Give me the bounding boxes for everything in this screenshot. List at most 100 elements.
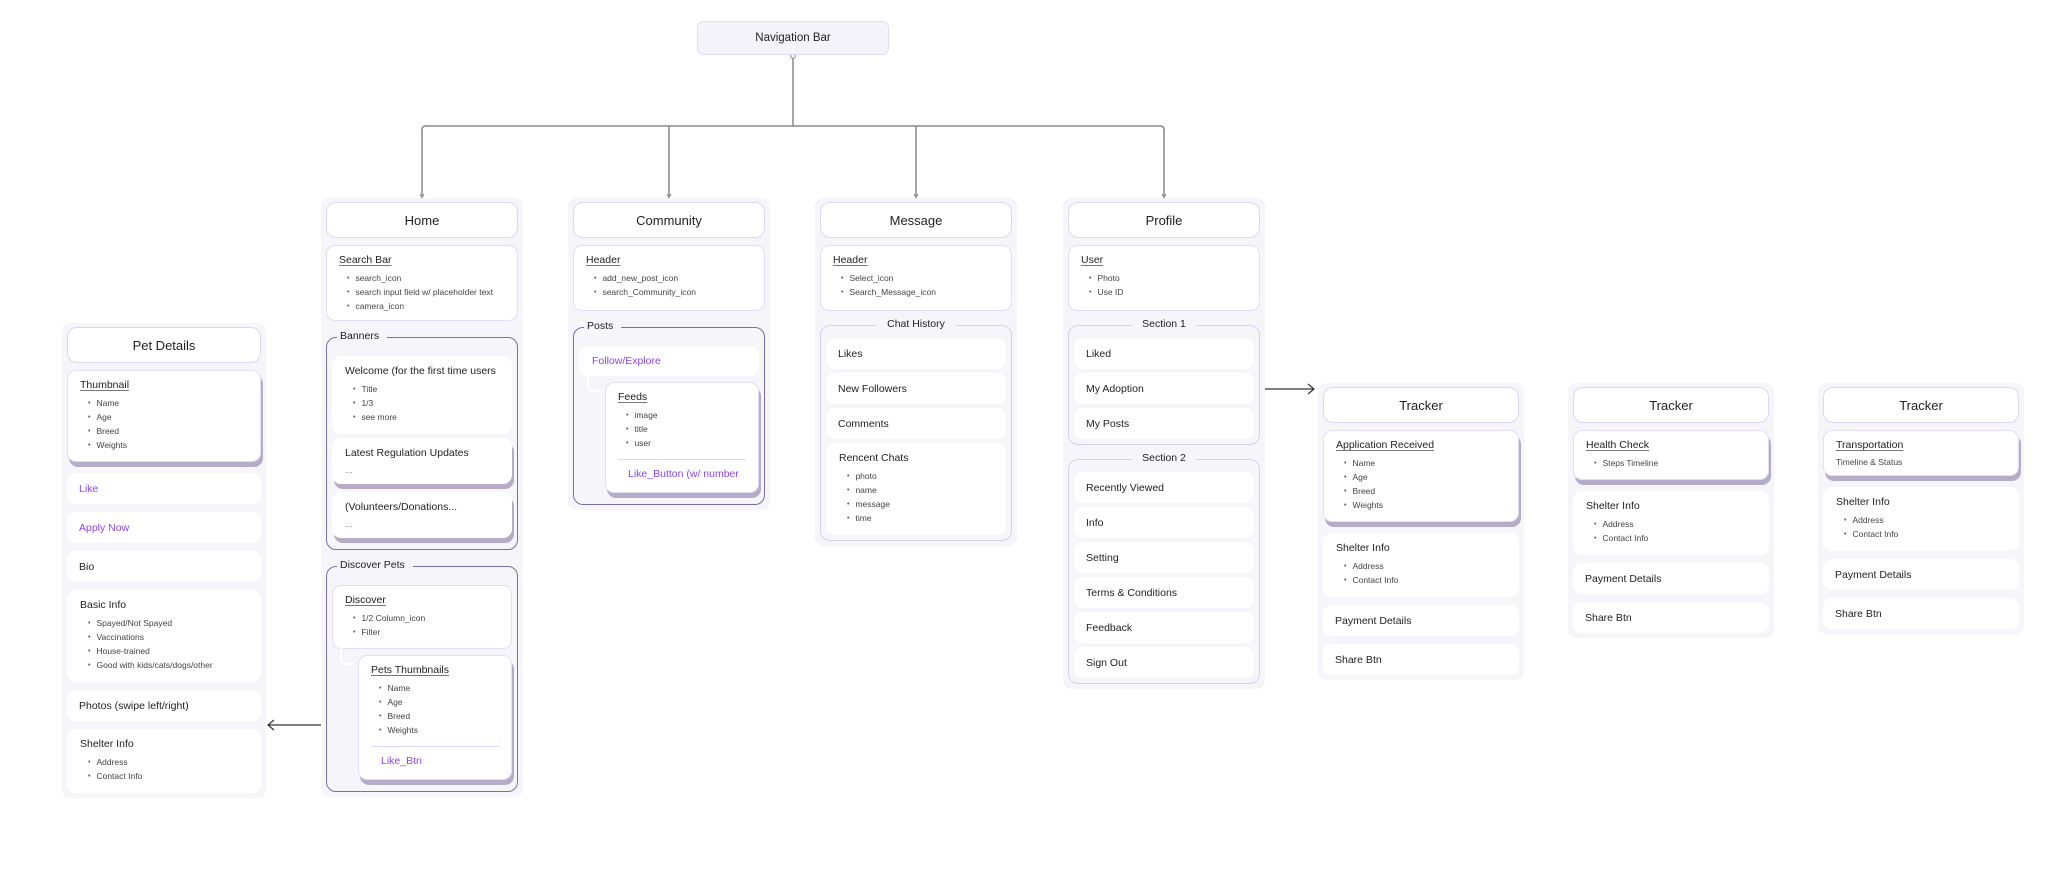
profile-row-my-adoption[interactable]: My Adoption	[1074, 373, 1254, 404]
tracker-title: Tracker	[1823, 387, 2019, 423]
community-header-heading: Header	[586, 254, 621, 266]
share-button[interactable]: Share Btn	[1573, 602, 1769, 633]
tracker-title: Tracker	[1573, 387, 1769, 423]
list-item: see more	[353, 411, 499, 425]
like-btn[interactable]: Like_Btn	[371, 755, 499, 771]
shelter-info-heading: Shelter Info	[1586, 500, 1640, 512]
list-item: Address	[1344, 560, 1506, 574]
list-item: Address	[1594, 518, 1756, 532]
feeds-card: Feeds image title user Like_Button (w/ n…	[605, 382, 759, 493]
shelter-info-card: Shelter Info Address Contact Info	[67, 729, 261, 793]
share-button[interactable]: Share Btn	[1323, 644, 1519, 675]
application-received-card: Application Received Name Age Breed Weig…	[1323, 430, 1519, 522]
discover-card: Discover 1/2 Column_icon Filter	[332, 585, 512, 649]
payment-details-row[interactable]: Payment Details	[1823, 559, 2019, 590]
basic-info-heading: Basic Info	[80, 599, 127, 611]
like-button[interactable]: Like	[67, 473, 261, 504]
profile-row-terms[interactable]: Terms & Conditions	[1074, 577, 1254, 608]
posts-group: Posts Follow/Explore Feeds image title u…	[573, 320, 765, 505]
tracker-column-3: Tracker Transportation Timeline & Status…	[1818, 383, 2024, 634]
list-item: Breed	[88, 425, 248, 439]
payment-details-row[interactable]: Payment Details	[1573, 563, 1769, 594]
volunteers-banner-card: (Volunteers/Donations... ...	[332, 492, 512, 538]
list-item: Weights	[379, 724, 499, 738]
list-item: Good with kids/cats/dogs/other	[88, 659, 248, 673]
list-item: Vaccinations	[88, 631, 248, 645]
section-2-group: Section 2 Recently Viewed Info Setting T…	[1068, 452, 1260, 684]
discover-heading: Discover	[345, 594, 386, 606]
tracker-title: Tracker	[1323, 387, 1519, 423]
bio-row[interactable]: Bio	[67, 551, 261, 582]
volunteers-heading: (Volunteers/Donations...	[345, 501, 458, 513]
profile-row-info[interactable]: Info	[1074, 507, 1254, 538]
shelter-info-heading: Shelter Info	[1836, 496, 1890, 508]
home-title: Home	[326, 202, 518, 238]
message-column: Message Header Select_icon Search_Messag…	[815, 198, 1017, 546]
chat-history-label: Chat History	[877, 318, 955, 330]
volunteers-text: ...	[345, 519, 353, 529]
thumbnail-card: Thumbnail Name Age Breed Weights	[67, 370, 261, 462]
list-item: Use ID	[1089, 286, 1247, 300]
list-item: Name	[1344, 457, 1506, 471]
profile-title: Profile	[1068, 202, 1260, 238]
payment-details-row[interactable]: Payment Details	[1323, 605, 1519, 636]
pets-thumbnails-wrap: Pets Thumbnails Name Age Breed Weights L…	[332, 647, 512, 780]
list-item: add_new_post_icon	[594, 272, 752, 286]
list-item: search_icon	[347, 272, 505, 286]
list-item: Contact Info	[1844, 528, 2006, 542]
list-item: Photo	[1089, 272, 1247, 286]
health-check-heading: Health Check	[1586, 439, 1650, 451]
message-header-card: Header Select_icon Search_Message_icon	[820, 245, 1012, 311]
home-column: Home Search Bar search_icon search input…	[321, 198, 523, 797]
list-item: image	[626, 409, 746, 423]
divider	[618, 459, 746, 460]
share-button[interactable]: Share Btn	[1823, 598, 2019, 629]
list-item: Name	[379, 682, 499, 696]
shelter-info-card: Shelter Info Address Contact Info	[1823, 487, 2019, 551]
profile-row-recently-viewed[interactable]: Recently Viewed	[1074, 472, 1254, 503]
health-check-card: Health Check Steps Timeline	[1573, 430, 1769, 480]
chat-row-new-followers[interactable]: New Followers	[826, 373, 1006, 404]
apply-now-button[interactable]: Apply Now	[67, 512, 261, 543]
search-bar-heading: Search Bar	[339, 254, 392, 266]
recent-chats-card[interactable]: Rencent Chats photo name message time	[826, 443, 1006, 535]
discover-pets-label: Discover Pets	[337, 559, 413, 571]
pet-details-title: Pet Details	[67, 327, 261, 363]
photos-row[interactable]: Photos (swipe left/right)	[67, 690, 261, 721]
navigation-bar-node: Navigation Bar	[697, 21, 889, 55]
profile-row-feedback[interactable]: Feedback	[1074, 612, 1254, 643]
list-item: 1/2 Column_icon	[353, 612, 499, 626]
section-2-label: Section 2	[1132, 452, 1196, 464]
shelter-info-card: Shelter Info Address Contact Info	[1573, 491, 1769, 555]
search-bar-card: Search Bar search_icon search input fiel…	[326, 245, 518, 321]
list-item: time	[847, 512, 993, 526]
pets-thumbnails-card: Pets Thumbnails Name Age Breed Weights L…	[358, 655, 512, 780]
shelter-info-heading: Shelter Info	[80, 738, 134, 750]
list-item: camera_icon	[347, 300, 505, 314]
list-item: Age	[88, 411, 248, 425]
discover-pets-group: Discover Pets Discover 1/2 Column_icon F…	[326, 559, 518, 792]
regulation-text: ...	[345, 465, 353, 475]
message-title: Message	[820, 202, 1012, 238]
user-card: User Photo Use ID	[1068, 245, 1260, 311]
nav-arrowheads	[419, 193, 1167, 200]
list-item: Age	[379, 696, 499, 710]
navigation-bar-label: Navigation Bar	[755, 32, 831, 44]
profile-column: Profile User Photo Use ID Section 1 Like…	[1063, 198, 1265, 689]
profile-row-sign-out[interactable]: Sign Out	[1074, 647, 1254, 678]
list-item: Breed	[1344, 485, 1506, 499]
profile-row-setting[interactable]: Setting	[1074, 542, 1254, 573]
list-item: search_Community_icon	[594, 286, 752, 300]
chat-history-group: Chat History Likes New Followers Comment…	[820, 318, 1012, 541]
banners-label: Banners	[337, 330, 388, 342]
chat-row-comments[interactable]: Comments	[826, 408, 1006, 439]
community-column: Community Header add_new_post_icon searc…	[568, 198, 770, 510]
profile-row-liked[interactable]: Liked	[1074, 338, 1254, 369]
list-item: Contact Info	[1594, 532, 1756, 546]
chat-row-likes[interactable]: Likes	[826, 338, 1006, 369]
list-item: Name	[88, 397, 248, 411]
like-button[interactable]: Like_Button (w/ number	[618, 468, 746, 484]
profile-row-my-posts[interactable]: My Posts	[1074, 408, 1254, 439]
follow-explore-tab[interactable]: Follow/Explore	[579, 346, 759, 376]
basic-info-card: Basic Info Spayed/Not Spayed Vaccination…	[67, 590, 261, 682]
